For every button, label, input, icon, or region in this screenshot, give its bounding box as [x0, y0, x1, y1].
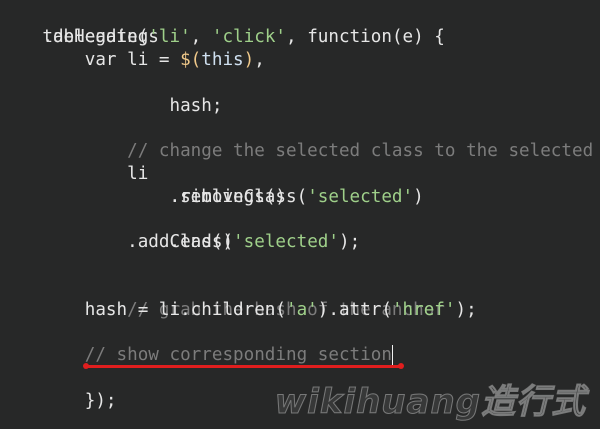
code-line-3: var li = $(this), — [0, 49, 265, 72]
code-text: , — [254, 50, 265, 70]
code-jquery-call-close: ) — [243, 50, 255, 70]
code-jquery-call: $( — [180, 50, 202, 70]
code-line-8: .siblings() — [0, 163, 286, 207]
code-text: ); — [455, 300, 477, 320]
underline-start-dot — [83, 363, 89, 369]
code-keyword: this — [201, 50, 244, 70]
code-text: hash; — [42, 96, 223, 116]
code-string: 'click' — [211, 27, 287, 47]
code-line-14: hash = li.children('a').attr('href'); — [0, 299, 477, 322]
code-text: .addClass( — [0, 232, 234, 252]
underline-end-dot — [398, 363, 404, 369]
code-string: 'li' — [148, 27, 191, 47]
code-line-16: // show corresponding section — [0, 344, 393, 367]
code-text: ).attr( — [317, 300, 392, 320]
code-string: 'selected' — [233, 232, 339, 252]
code-line-2: .delegate('li', 'click', function(e) { — [0, 26, 445, 49]
code-string: 'href' — [391, 300, 456, 320]
code-text: hash = li.children( — [0, 300, 286, 320]
watermark-logo: wikihuang造行式 — [274, 382, 586, 423]
code-text: ); — [338, 232, 361, 252]
code-text: .delegate( — [0, 27, 149, 47]
code-editor[interactable]: tabs tabHeadings .delegate('li', 'click'… — [0, 0, 600, 429]
code-text: , function(e) { — [286, 27, 445, 47]
code-text: .removeClass( — [0, 187, 308, 207]
code-line-1: tabHeadings — [0, 3, 159, 47]
code-line-4: hash; — [0, 72, 222, 116]
code-string: 'a' — [286, 300, 318, 320]
code-text: ) — [413, 187, 424, 207]
text-cursor — [391, 345, 393, 365]
code-line-17: }); — [0, 367, 117, 411]
code-line-11: .addClass('selected'); — [0, 231, 360, 254]
code-text: }); — [42, 391, 117, 411]
code-comment: // show corresponding section — [0, 345, 392, 365]
code-text: , — [190, 27, 212, 47]
code-line-13: // grab the hash of the anchor — [0, 276, 445, 320]
code-line-10: .end() — [0, 208, 233, 252]
code-text: var li = — [0, 50, 181, 70]
code-string: 'selected' — [307, 187, 414, 207]
code-line-7: li — [0, 140, 148, 184]
code-line-6: // change the selected class to the sele… — [0, 117, 600, 161]
code-line-9: .removeClass('selected') — [0, 186, 424, 209]
red-underline-annotation — [85, 365, 402, 368]
